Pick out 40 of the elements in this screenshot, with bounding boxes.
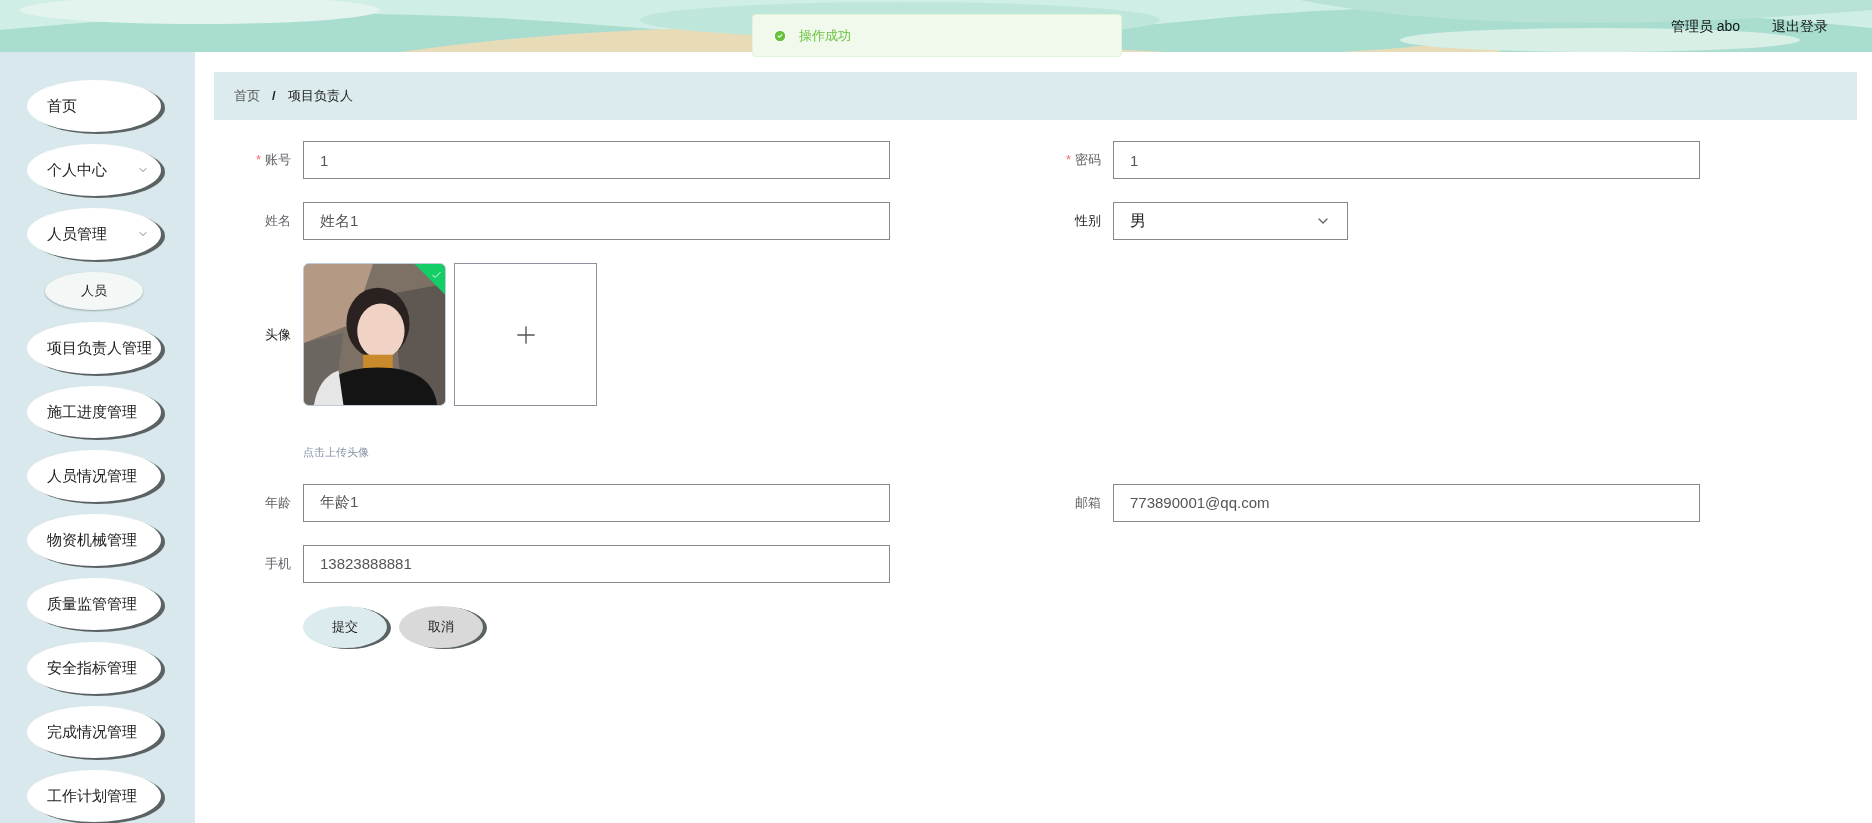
field-label: 年龄 bbox=[265, 493, 291, 512]
field-label: 邮箱 bbox=[1075, 493, 1101, 512]
field-label: 账号 bbox=[265, 151, 291, 170]
logout-link[interactable]: 退出登录 bbox=[1772, 15, 1828, 37]
required-mark: * bbox=[1065, 151, 1071, 170]
cancel-button[interactable]: 取消 bbox=[399, 605, 483, 648]
input-field[interactable]: 13823888881 bbox=[303, 544, 890, 583]
sidebar-item[interactable]: 质量监管管理 bbox=[27, 578, 161, 630]
field-label: 手机 bbox=[265, 554, 291, 573]
input-field[interactable]: 姓名1 bbox=[303, 202, 890, 240]
user-label: 管理员 abo bbox=[1670, 16, 1740, 36]
sidebar-item[interactable]: 项目负责人管理 bbox=[27, 322, 161, 374]
sidebar-item[interactable]: 人员管理 bbox=[27, 208, 161, 260]
toast: 操作成功 bbox=[752, 14, 1122, 57]
field-label: 姓名 bbox=[265, 212, 291, 231]
submit-button[interactable]: 提交 bbox=[303, 605, 387, 648]
input-field[interactable]: 1 bbox=[303, 141, 890, 179]
breadcrumb-item: 项目负责人 bbox=[287, 87, 353, 106]
input-field[interactable]: 年龄1 bbox=[303, 483, 890, 522]
check-circle-icon bbox=[773, 28, 787, 43]
sidebar-item[interactable]: 工作计划管理 bbox=[27, 770, 161, 822]
breadcrumb-separator: / bbox=[272, 87, 276, 106]
sidebar-item[interactable]: 完成情况管理 bbox=[27, 706, 161, 758]
input-field[interactable]: 1 bbox=[1113, 141, 1700, 179]
required-mark: * bbox=[255, 151, 261, 170]
upload-button[interactable] bbox=[454, 263, 597, 406]
sidebar-item[interactable]: 安全指标管理 bbox=[27, 642, 161, 694]
sidebar-item[interactable]: 人员情况管理 bbox=[27, 450, 161, 502]
upload-hint: 点击上传头像 bbox=[303, 445, 370, 460]
sidebar-item[interactable]: 施工进度管理 bbox=[27, 386, 161, 438]
sidebar-item[interactable]: 首页 bbox=[27, 80, 161, 132]
field-label: 头像 bbox=[265, 325, 291, 344]
submenu-item[interactable]: 人员 bbox=[45, 272, 143, 310]
field-label: 密码 bbox=[1075, 151, 1101, 170]
field-label: 性别 bbox=[1075, 212, 1101, 231]
input-field[interactable]: 773890001@qq.com bbox=[1113, 483, 1700, 522]
breadcrumb-item[interactable]: 首页 bbox=[234, 86, 260, 106]
sidebar-item[interactable]: 个人中心 bbox=[27, 144, 161, 196]
sidebar-item[interactable]: 物资机械管理 bbox=[27, 514, 161, 566]
gender-select[interactable]: 男 bbox=[1113, 202, 1348, 240]
